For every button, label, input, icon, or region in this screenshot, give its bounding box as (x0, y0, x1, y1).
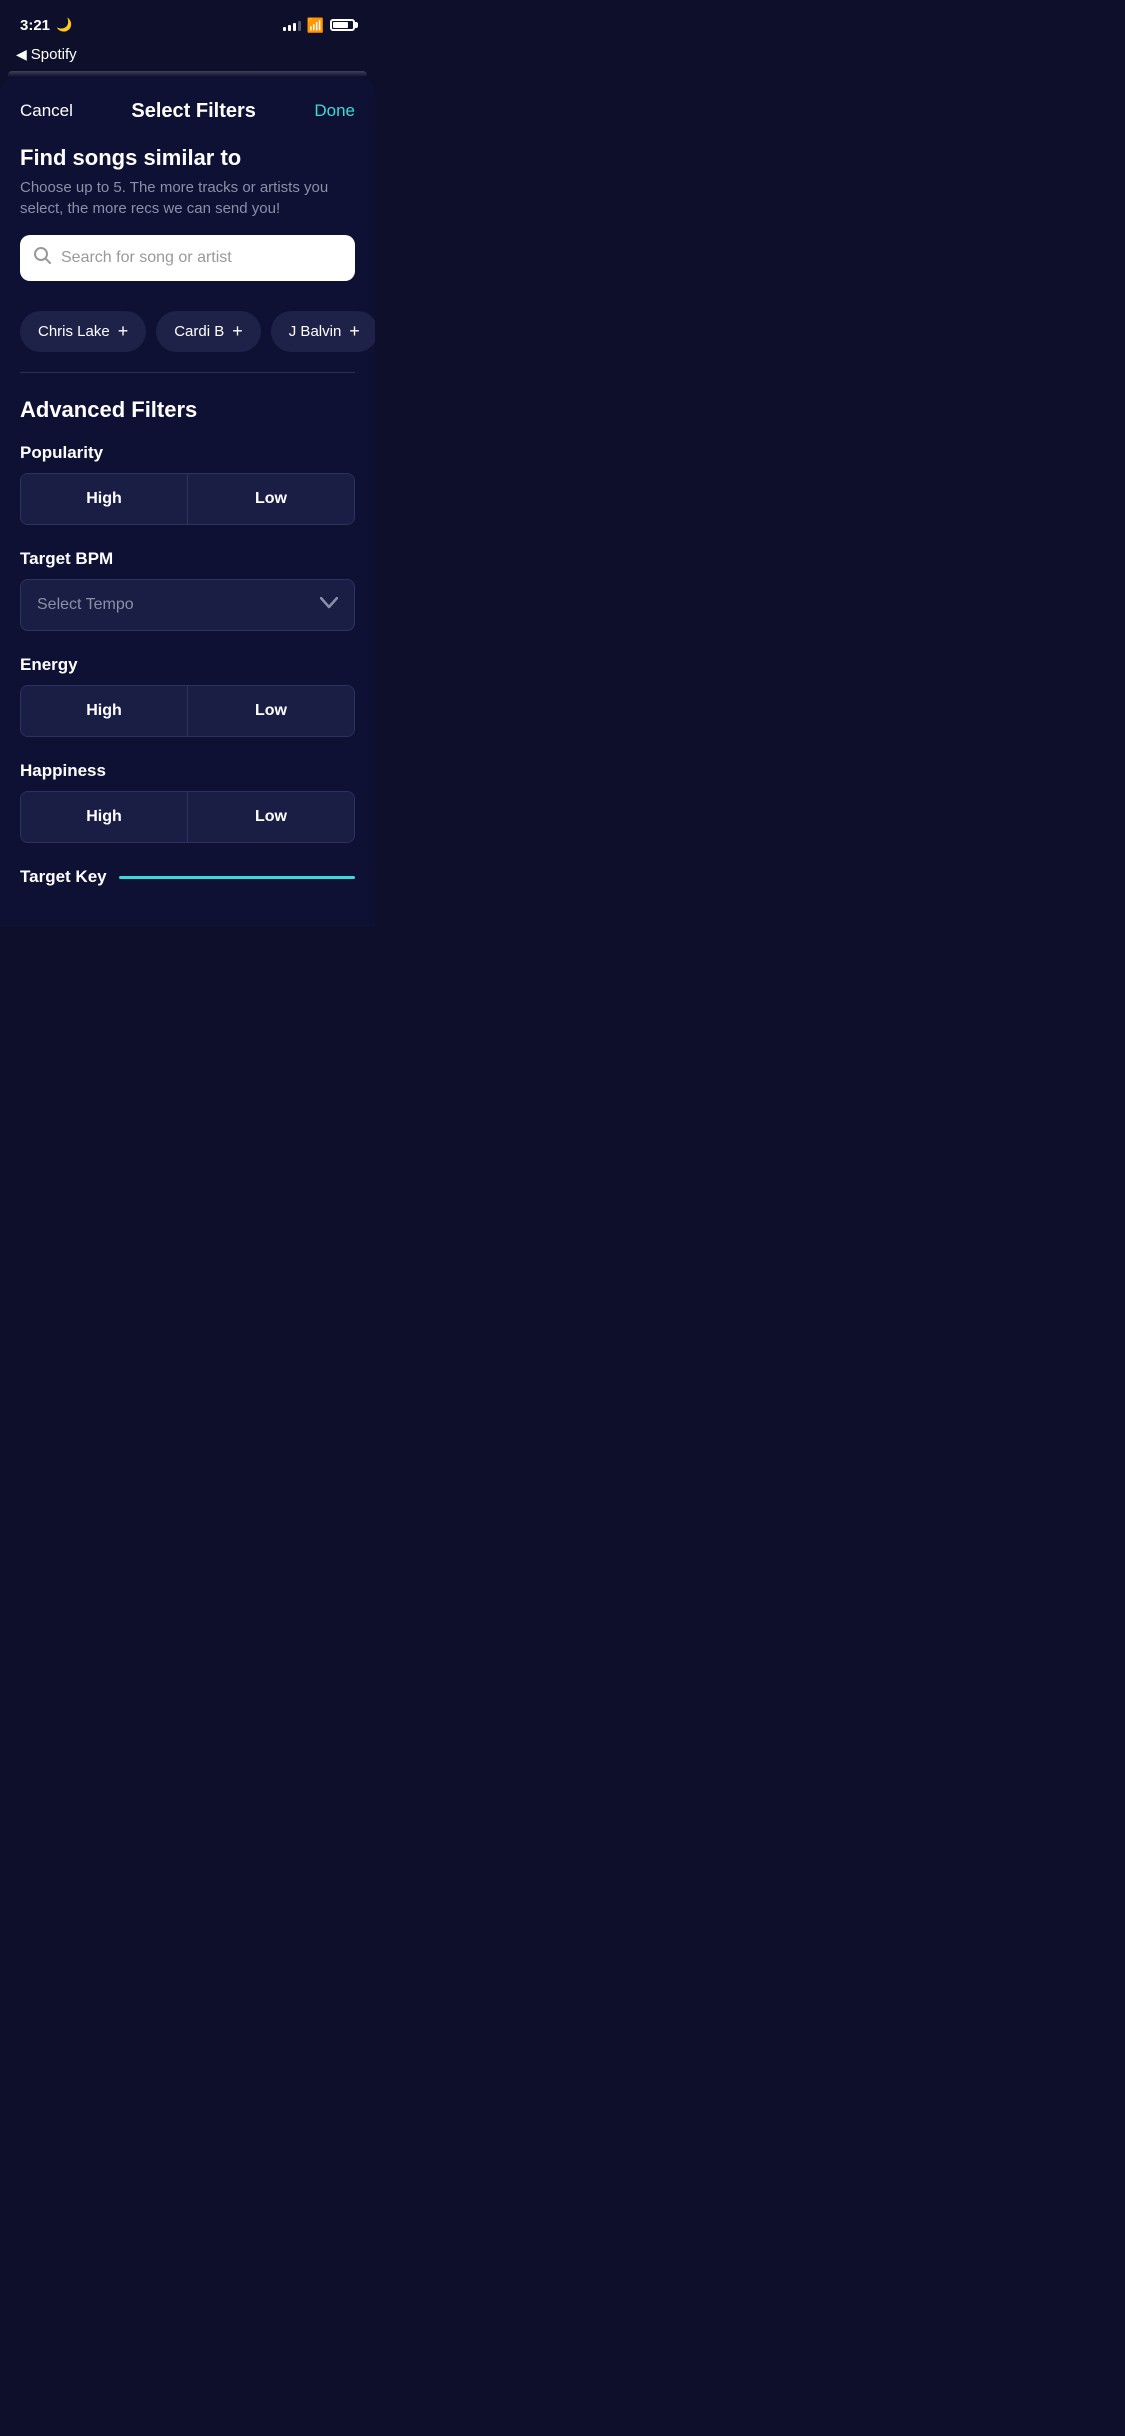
signal-icon (283, 19, 301, 31)
chip-plus-icon: + (232, 321, 243, 342)
energy-low-button[interactable]: Low (188, 686, 354, 736)
happiness-toggle: High Low (20, 791, 355, 843)
chip-label: Cardi B (174, 323, 224, 340)
status-time: 3:21 (20, 17, 50, 34)
find-section: Find songs similar to Choose up to 5. Th… (0, 141, 375, 297)
find-title: Find songs similar to (20, 145, 355, 171)
target-key-label: Target Key (20, 867, 107, 887)
popularity-label: Popularity (20, 443, 355, 463)
chip-label: J Balvin (289, 323, 342, 340)
chip-j-balvin[interactable]: J Balvin + (271, 311, 375, 352)
bpm-placeholder: Select Tempo (37, 596, 134, 614)
chips-row: Chris Lake + Cardi B + J Balvin + (0, 297, 375, 352)
status-bar: 3:21 🌙 📶 (0, 0, 375, 44)
target-key-line (119, 876, 355, 879)
bpm-label: Target BPM (20, 549, 355, 569)
popularity-high-button[interactable]: High (21, 474, 188, 524)
bpm-dropdown[interactable]: Select Tempo (20, 579, 355, 631)
chip-plus-icon: + (349, 321, 360, 342)
advanced-filters-section: Advanced Filters Popularity High Low Tar… (0, 373, 375, 843)
wifi-icon: 📶 (307, 17, 324, 34)
search-placeholder: Search for song or artist (61, 249, 232, 267)
back-nav[interactable]: ◀ Spotify (0, 44, 375, 71)
popularity-filter: Popularity High Low (20, 443, 355, 525)
find-subtitle: Choose up to 5. The more tracks or artis… (20, 177, 355, 219)
target-key-section: Target Key (0, 867, 375, 887)
cancel-button[interactable]: Cancel (20, 97, 73, 125)
back-arrow-icon: ◀ (16, 46, 27, 63)
target-key-header: Target Key (20, 867, 355, 887)
happiness-filter: Happiness High Low (20, 761, 355, 843)
bpm-filter: Target BPM Select Tempo (20, 549, 355, 631)
chip-label: Chris Lake (38, 323, 110, 340)
back-label: Spotify (31, 46, 77, 63)
chip-cardi-b[interactable]: Cardi B + (156, 311, 261, 352)
done-button[interactable]: Done (314, 97, 355, 125)
popularity-toggle: High Low (20, 473, 355, 525)
chip-chris-lake[interactable]: Chris Lake + (20, 311, 146, 352)
chip-plus-icon: + (118, 321, 129, 342)
happiness-low-button[interactable]: Low (188, 792, 354, 842)
popularity-low-button[interactable]: Low (188, 474, 354, 524)
chevron-down-icon (320, 596, 338, 614)
happiness-label: Happiness (20, 761, 355, 781)
energy-high-button[interactable]: High (21, 686, 188, 736)
search-icon (34, 247, 51, 269)
moon-icon: 🌙 (56, 17, 72, 33)
modal-title: Select Filters (131, 100, 256, 123)
battery-icon (330, 19, 355, 31)
modal-container: Cancel Select Filters Done Find songs si… (0, 77, 375, 927)
modal-header: Cancel Select Filters Done (0, 77, 375, 141)
advanced-filters-title: Advanced Filters (20, 397, 355, 423)
energy-filter: Energy High Low (20, 655, 355, 737)
happiness-high-button[interactable]: High (21, 792, 188, 842)
energy-toggle: High Low (20, 685, 355, 737)
status-icons: 📶 (283, 17, 355, 34)
energy-label: Energy (20, 655, 355, 675)
search-bar[interactable]: Search for song or artist (20, 235, 355, 281)
